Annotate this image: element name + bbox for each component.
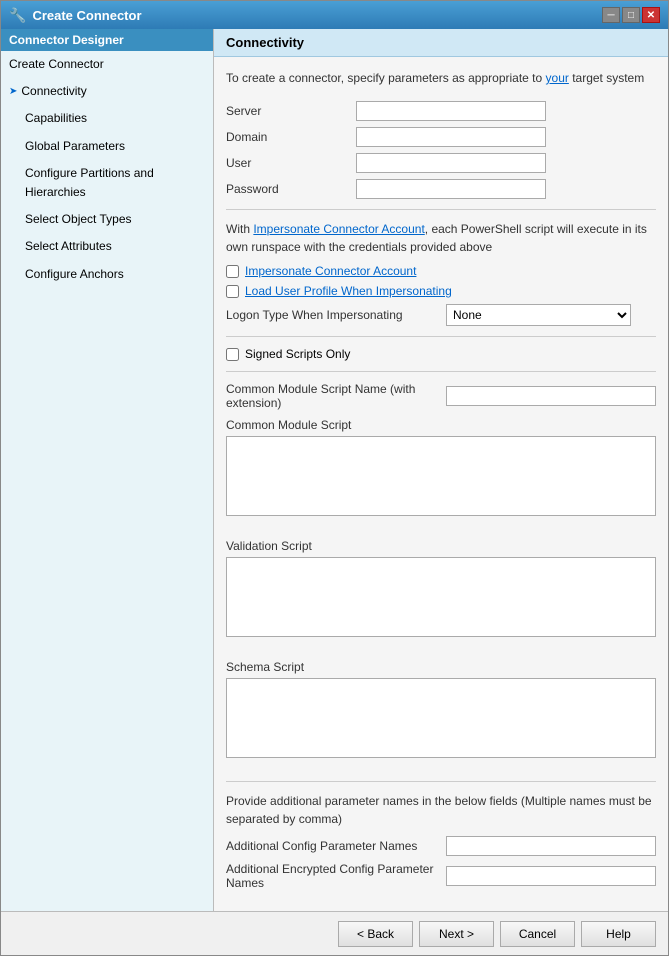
schema-script-textarea[interactable] — [226, 678, 656, 758]
main-header: Connectivity — [214, 29, 668, 57]
common-module-name-row: Common Module Script Name (with extensio… — [226, 382, 656, 410]
sidebar-item-capabilities[interactable]: Capabilities — [1, 105, 213, 132]
impersonate-info: With Impersonate Connector Account, each… — [226, 220, 656, 256]
sidebar-label-configure-anchors: Configure Anchors — [25, 267, 124, 281]
content-area: Connector Designer Create Connector Conn… — [1, 29, 668, 911]
validation-script-label: Validation Script — [226, 539, 656, 553]
next-button[interactable]: Next > — [419, 921, 494, 947]
common-module-script-textarea[interactable] — [226, 436, 656, 516]
intro-text: To create a connector, specify parameter… — [226, 69, 656, 87]
signed-scripts-row: Signed Scripts Only — [226, 347, 656, 361]
sidebar-item-global-parameters[interactable]: Global Parameters — [1, 133, 213, 160]
sidebar-header: Connector Designer — [1, 29, 213, 51]
sidebar-item-select-object-types[interactable]: Select Object Types — [1, 206, 213, 233]
bottom-info-text: Provide additional parameter names in th… — [226, 792, 656, 828]
user-label: User — [226, 156, 356, 170]
intro-text-content2: target system — [569, 71, 644, 85]
sidebar-label-connectivity: Connectivity — [21, 82, 86, 101]
additional-config-row: Additional Config Parameter Names — [226, 836, 656, 856]
logon-type-label: Logon Type When Impersonating — [226, 308, 446, 322]
window-title: Create Connector — [32, 8, 141, 23]
validation-script-textarea[interactable] — [226, 557, 656, 637]
user-input[interactable] — [356, 153, 546, 173]
main-panel: Connectivity To create a connector, spec… — [214, 29, 668, 911]
intro-text-content: To create a connector, specify parameter… — [226, 71, 546, 85]
server-label: Server — [226, 104, 356, 118]
impersonate-link[interactable]: Impersonate Connector Account — [253, 222, 424, 236]
additional-encrypted-row: Additional Encrypted Config Parameter Na… — [226, 862, 656, 890]
minimize-button[interactable]: ─ — [602, 7, 620, 23]
server-row: Server — [226, 101, 656, 121]
divider-1 — [226, 209, 656, 210]
additional-config-label: Additional Config Parameter Names — [226, 839, 446, 853]
server-input[interactable] — [356, 101, 546, 121]
schema-script-label: Schema Script — [226, 660, 656, 674]
domain-label: Domain — [226, 130, 356, 144]
additional-encrypted-label: Additional Encrypted Config Parameter Na… — [226, 862, 446, 890]
common-module-script-label: Common Module Script — [226, 418, 656, 432]
impersonate-checkbox-row: Impersonate Connector Account — [226, 264, 656, 278]
sidebar-label-select-attributes: Select Attributes — [25, 239, 112, 253]
window-icon: 🔧 — [9, 7, 26, 24]
password-row: Password — [226, 179, 656, 199]
common-module-script-section: Common Module Script — [226, 418, 656, 529]
sidebar-label-global-parameters: Global Parameters — [25, 139, 125, 153]
password-label: Password — [226, 182, 356, 196]
sidebar-item-connectivity[interactable]: Connectivity — [1, 78, 213, 105]
validation-script-section: Validation Script — [226, 539, 656, 650]
sidebar-label-create-connector: Create Connector — [9, 57, 104, 71]
main-content: To create a connector, specify parameter… — [214, 57, 668, 911]
domain-input[interactable] — [356, 127, 546, 147]
sidebar-label-capabilities: Capabilities — [25, 111, 87, 125]
password-input[interactable] — [356, 179, 546, 199]
domain-row: Domain — [226, 127, 656, 147]
impersonate-checkbox-label[interactable]: Impersonate Connector Account — [245, 264, 416, 278]
divider-3 — [226, 371, 656, 372]
bottom-spacer — [226, 896, 656, 911]
load-profile-checkbox[interactable] — [226, 285, 239, 298]
close-button[interactable]: ✕ — [642, 7, 660, 23]
load-profile-checkbox-label[interactable]: Load User Profile When Impersonating — [245, 284, 452, 298]
back-button[interactable]: < Back — [338, 921, 413, 947]
divider-4 — [226, 781, 656, 782]
sidebar: Connector Designer Create Connector Conn… — [1, 29, 214, 911]
title-bar-controls: ─ □ ✕ — [602, 7, 660, 23]
additional-encrypted-input[interactable] — [446, 866, 656, 886]
cancel-button[interactable]: Cancel — [500, 921, 575, 947]
divider-2 — [226, 336, 656, 337]
user-row: User — [226, 153, 656, 173]
your-link[interactable]: your — [546, 71, 569, 85]
signed-scripts-label: Signed Scripts Only — [245, 347, 350, 361]
schema-script-section: Schema Script — [226, 660, 656, 771]
title-bar: 🔧 Create Connector ─ □ ✕ — [1, 1, 668, 29]
sidebar-item-select-attributes[interactable]: Select Attributes — [1, 233, 213, 260]
sidebar-label-configure-partitions: Configure Partitions and Hierarchies — [25, 166, 154, 199]
sidebar-item-create-connector[interactable]: Create Connector — [1, 51, 213, 78]
sidebar-item-configure-partitions[interactable]: Configure Partitions and Hierarchies — [1, 160, 213, 206]
sidebar-item-configure-anchors[interactable]: Configure Anchors — [1, 261, 213, 288]
load-profile-checkbox-row: Load User Profile When Impersonating — [226, 284, 656, 298]
common-module-name-input[interactable] — [446, 386, 656, 406]
sidebar-label-select-object-types: Select Object Types — [25, 212, 132, 226]
impersonate-checkbox[interactable] — [226, 265, 239, 278]
maximize-button[interactable]: □ — [622, 7, 640, 23]
footer: < Back Next > Cancel Help — [1, 911, 668, 955]
additional-config-input[interactable] — [446, 836, 656, 856]
logon-type-row: Logon Type When Impersonating None Inter… — [226, 304, 656, 326]
common-module-name-label: Common Module Script Name (with extensio… — [226, 382, 446, 410]
logon-type-select[interactable]: None Interactive Network Batch Service N… — [446, 304, 631, 326]
help-button[interactable]: Help — [581, 921, 656, 947]
signed-scripts-checkbox[interactable] — [226, 348, 239, 361]
title-bar-left: 🔧 Create Connector — [9, 7, 142, 24]
window: 🔧 Create Connector ─ □ ✕ Connector Desig… — [0, 0, 669, 956]
